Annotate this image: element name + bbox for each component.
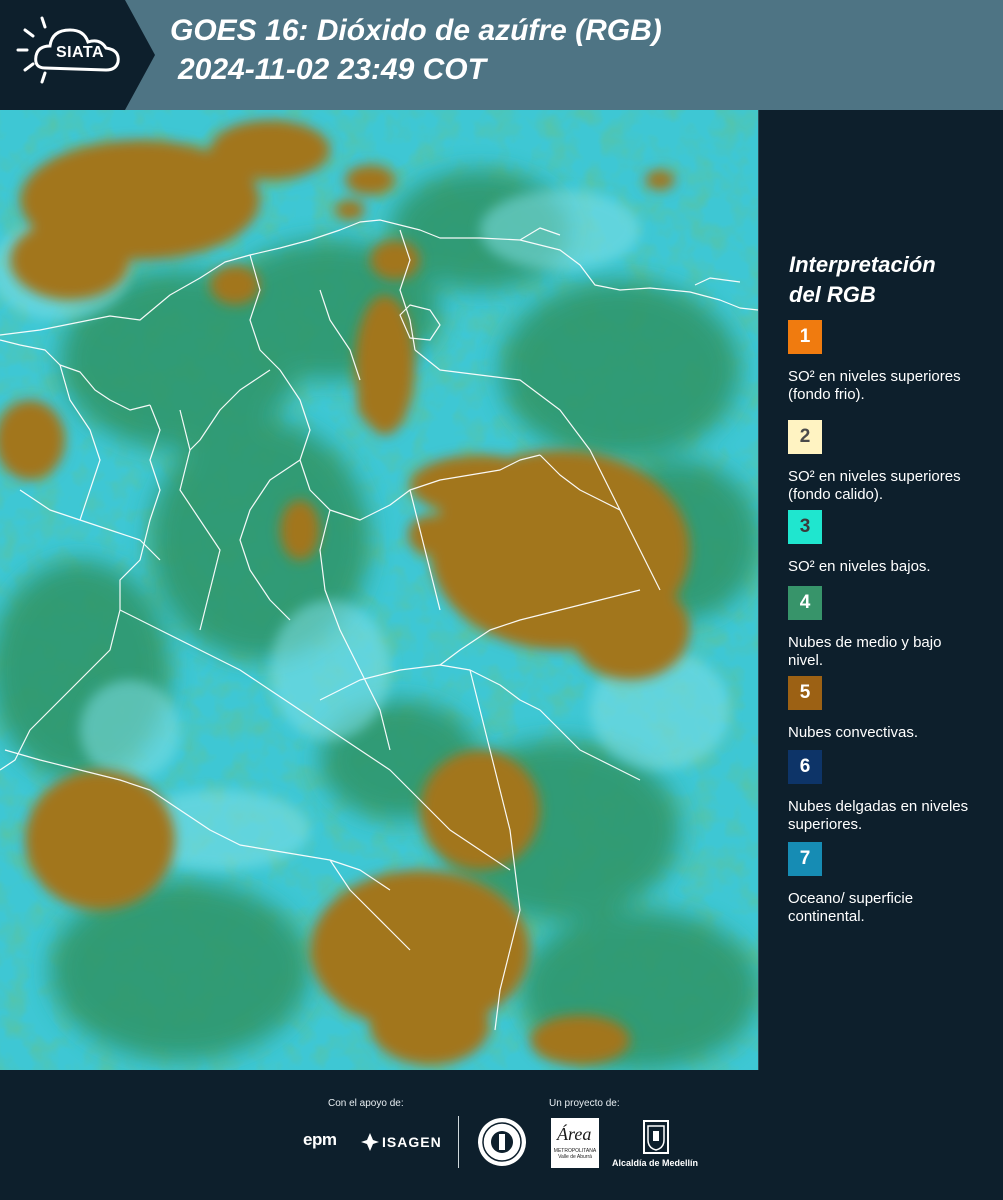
logo-text: SIATA (55, 44, 105, 61)
legend-item-6: 6 Nubes delgadas en niveles superiores. (788, 750, 988, 834)
isagen-logo[interactable]: ISAGEN (382, 1134, 442, 1150)
legend-swatch-4: 4 (788, 586, 822, 620)
legend-title-line2: del RGB (789, 282, 876, 307)
timestamp: 2024-11-02 23:49 COT (178, 53, 486, 86)
support-caption: Con el apoyo de: (328, 1098, 404, 1109)
legend-item-2: 2 SO² en niveles superiores (fondo calid… (788, 420, 988, 518)
legend-label-4: Nubes de medio y bajo nivel. (788, 634, 942, 669)
legend-label-1: SO² en niveles superiores (fondo frio). (788, 368, 961, 403)
footer: Con el apoyo de: Un proyecto de: epm ISA… (0, 1070, 1003, 1200)
project-caption: Un proyecto de: (549, 1098, 620, 1109)
legend-item-4: 4 Nubes de medio y bajo nivel. (788, 586, 988, 670)
area-logo-word: Área (557, 1124, 592, 1144)
legend-item-7: 7 Oceano/ superficie continental. (788, 842, 988, 926)
legend-title: Interpretación del RGB (789, 250, 989, 310)
legend-item-1: 1 SO² en niveles superiores (fondo frio)… (788, 320, 988, 404)
legend-swatch-7: 7 (788, 842, 822, 876)
legend-item-3: 3 SO² en niveles bajos. (788, 510, 988, 576)
legend-panel: Interpretación del RGB 1 SO² en niveles … (760, 110, 1003, 1070)
legend-swatch-1: 1 (788, 320, 822, 354)
legend-item-5: 5 Nubes convectivas. (788, 676, 988, 742)
legend-swatch-5: 5 (788, 676, 822, 710)
legend-label-5: Nubes convectivas. (788, 724, 919, 741)
isagen-icon (361, 1133, 379, 1151)
footer-divider (458, 1116, 459, 1168)
legend-swatch-6: 6 (788, 750, 822, 784)
legend-swatch-2: 2 (788, 420, 822, 454)
alcaldia-logo-text[interactable]: Alcaldía de Medellín (612, 1158, 698, 1168)
alcaldia-crest-icon (643, 1120, 669, 1154)
legend-title-line1: Interpretación (789, 252, 936, 277)
header: SIATA GOES 16: Dióxido de azúfre (RGB) 2… (0, 0, 1003, 110)
page-title: GOES 16: Dióxido de azúfre (RGB) (170, 14, 662, 47)
legend-swatch-3: 3 (788, 510, 822, 544)
epm-logo[interactable]: epm (303, 1130, 337, 1150)
siata-logo[interactable]: SIATA (0, 0, 155, 110)
medellin-seal-icon[interactable] (477, 1117, 527, 1167)
satellite-map[interactable] (0, 110, 759, 1070)
legend-label-3: SO² en niveles bajos. (788, 558, 931, 575)
area-metropolitana-logo[interactable]: Área METROPOLITANA Valle de Aburrá (551, 1118, 599, 1168)
legend-label-6: Nubes delgadas en niveles superiores. (788, 798, 969, 833)
legend-label-7: Oceano/ superficie continental. (788, 890, 914, 925)
area-logo-subtitle: METROPOLITANA Valle de Aburrá (553, 1148, 597, 1160)
